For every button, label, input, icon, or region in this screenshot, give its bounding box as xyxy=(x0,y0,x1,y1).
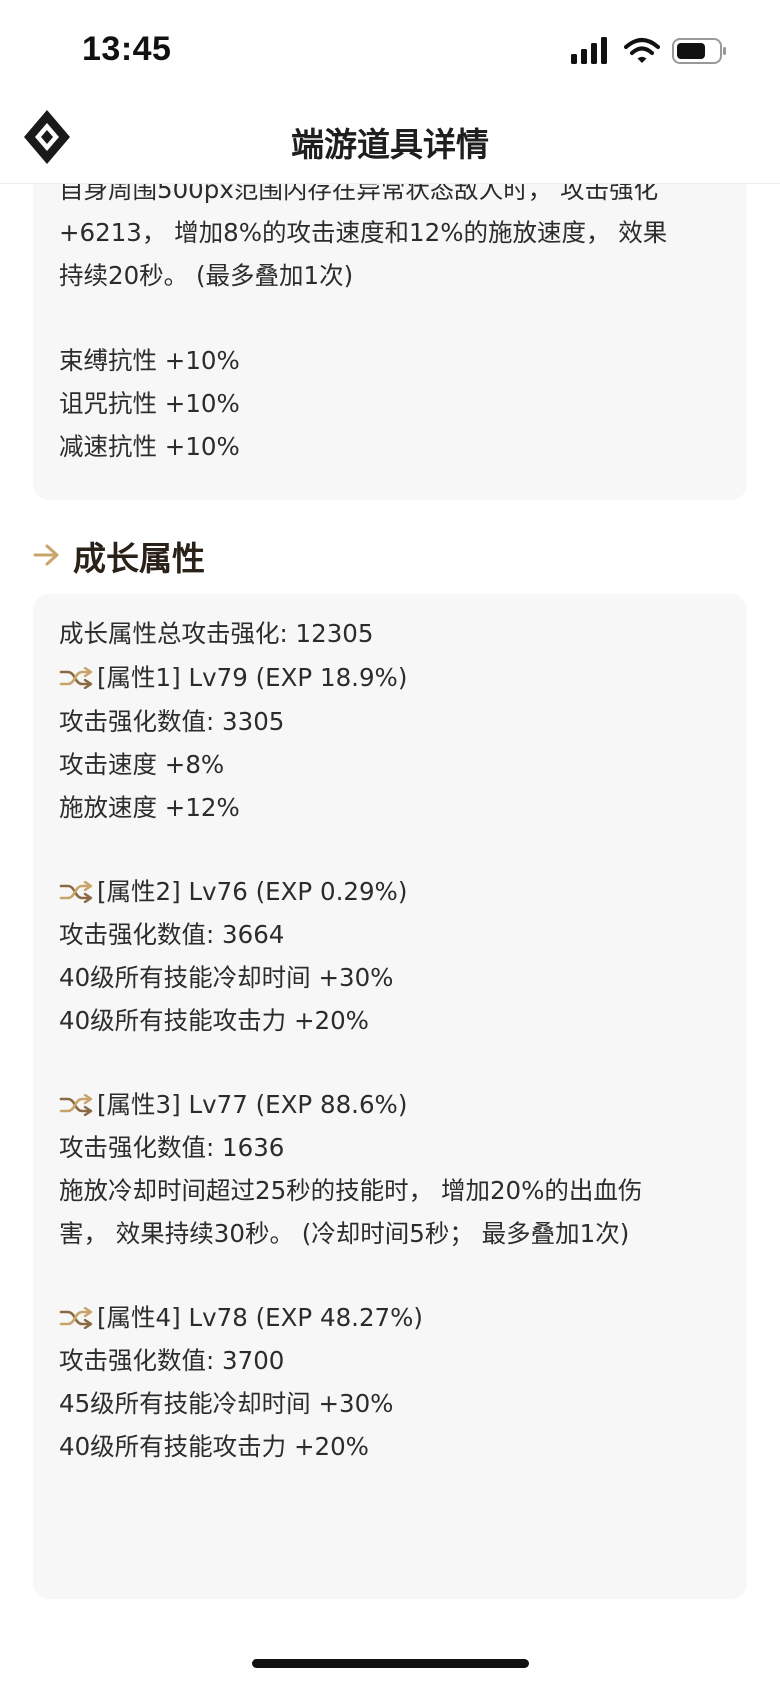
attribute-line: 45级所有技能冷却时间 +30% xyxy=(59,1389,394,1418)
section-title: 成长属性 xyxy=(73,539,205,578)
attribute-header-label: [属性1] Lv79 (EXP 18.9%) xyxy=(97,663,408,692)
attribute-line: 害， 效果持续30秒。 (冷却时间5秒； 最多叠加1次) xyxy=(59,1219,630,1248)
status-time: 13:45 xyxy=(82,30,172,68)
effect-text-line: 持续20秒。 (最多叠加1次) xyxy=(59,261,354,290)
shuffle-icon xyxy=(59,881,93,903)
shuffle-icon xyxy=(59,667,93,689)
attribute-line: 攻击强化数值: 3700 xyxy=(59,1346,285,1375)
growth-attributes-card: 成长属性总攻击强化: 12305 [属性1] Lv79 (EXP 18.9%) … xyxy=(33,594,747,1599)
status-bar: 13:45 xyxy=(0,0,780,100)
resistance-curse: 诅咒抗性 +10% xyxy=(59,389,240,418)
cellular-signal-icon xyxy=(571,37,607,64)
wifi-icon xyxy=(624,38,660,63)
attribute-header: [属性1] Lv79 (EXP 18.9%) xyxy=(59,662,407,694)
attribute-line: 攻击速度 +8% xyxy=(59,750,225,779)
attribute-header: [属性4] Lv78 (EXP 48.27%) xyxy=(59,1302,423,1334)
attribute-line: 40级所有技能冷却时间 +30% xyxy=(59,963,394,992)
attribute-line: 攻击强化数值: 3305 xyxy=(59,707,285,736)
page-title: 端游道具详情 xyxy=(291,125,489,164)
content-scroll[interactable]: 自身周围500px范围内存在异常状态敌人时， 攻击强化 +6213， 增加8%的… xyxy=(0,184,780,1624)
shuffle-icon xyxy=(59,1307,93,1329)
effect-text-clipped: 自身周围500px范围内存在异常状态敌人时， 攻击强化 xyxy=(59,184,659,204)
resistance-slow: 减速抗性 +10% xyxy=(59,432,240,461)
attribute-header-label: [属性4] Lv78 (EXP 48.27%) xyxy=(97,1303,423,1332)
growth-total: 成长属性总攻击强化: 12305 xyxy=(59,619,374,648)
attribute-line: 攻击强化数值: 3664 xyxy=(59,920,285,949)
attribute-header: [属性2] Lv76 (EXP 0.29%) xyxy=(59,876,407,908)
nav-bar: 端游道具详情 xyxy=(0,100,780,184)
battery-icon xyxy=(672,38,726,64)
attribute-line: 施放冷却时间超过25秒的技能时， 增加20%的出血伤 xyxy=(59,1176,643,1205)
attribute-line: 施放速度 +12% xyxy=(59,793,240,822)
shuffle-icon xyxy=(59,1094,93,1116)
attribute-line: 40级所有技能攻击力 +20% xyxy=(59,1006,369,1035)
attribute-header-label: [属性3] Lv77 (EXP 88.6%) xyxy=(97,1090,408,1119)
attribute-header: [属性3] Lv77 (EXP 88.6%) xyxy=(59,1089,407,1121)
home-indicator[interactable] xyxy=(252,1659,529,1668)
resistance-bind: 束缚抗性 +10% xyxy=(59,346,240,375)
attribute-line: 40级所有技能攻击力 +20% xyxy=(59,1432,369,1461)
arrow-right-icon xyxy=(33,544,59,566)
effect-card: 自身周围500px范围内存在异常状态敌人时， 攻击强化 +6213， 增加8%的… xyxy=(33,184,747,500)
attribute-line: 攻击强化数值: 1636 xyxy=(59,1133,285,1162)
attribute-header-label: [属性2] Lv76 (EXP 0.29%) xyxy=(97,877,408,906)
effect-text-line: +6213， 增加8%的攻击速度和12%的施放速度， 效果 xyxy=(59,218,668,247)
